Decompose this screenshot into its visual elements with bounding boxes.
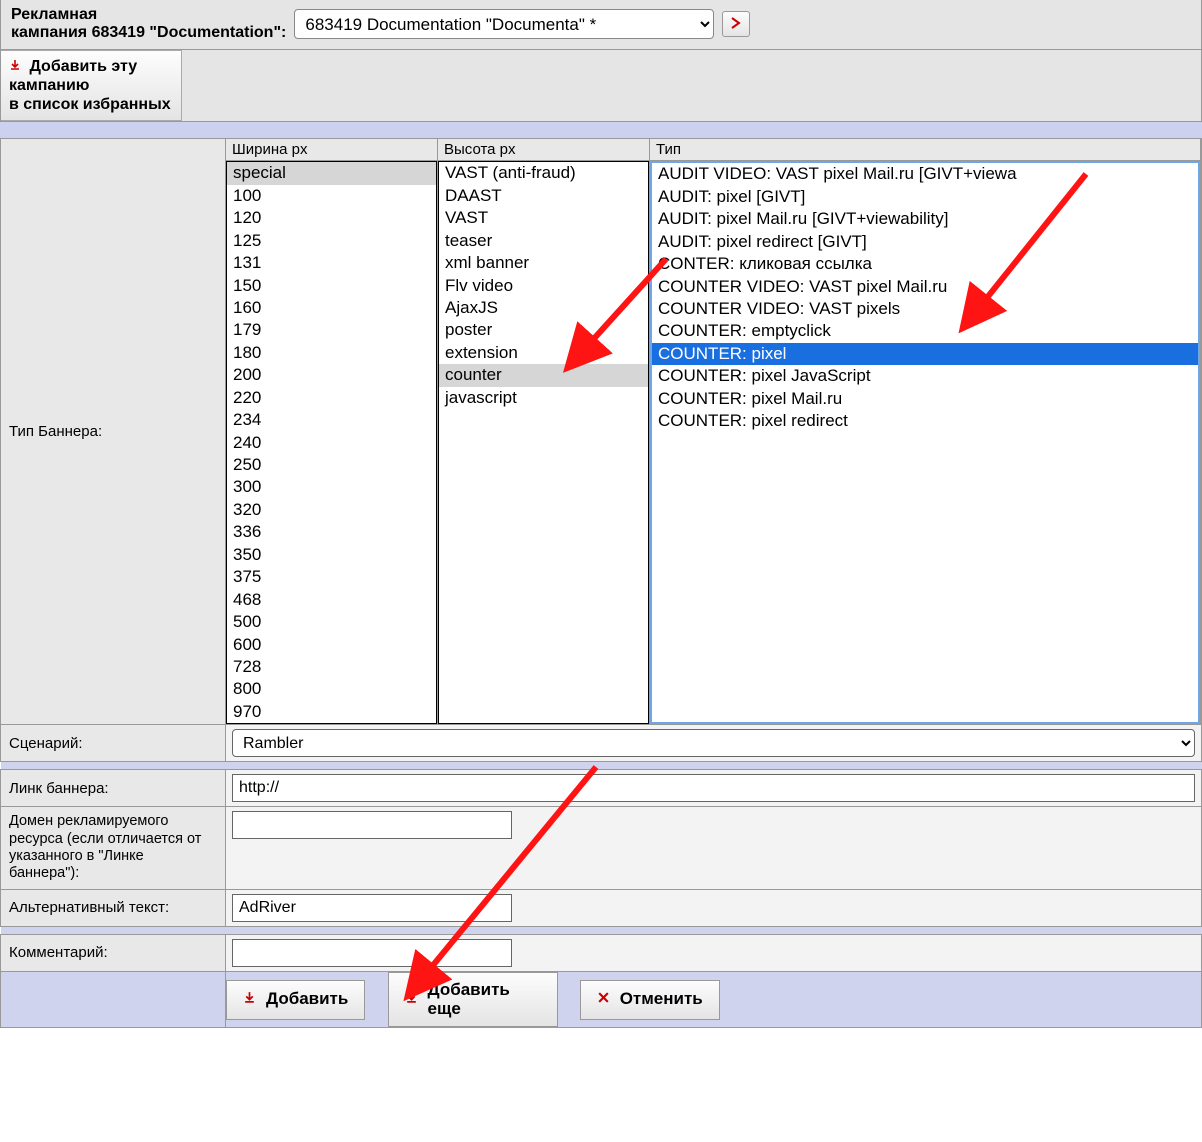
list-item[interactable]: extension (439, 342, 648, 364)
list-item[interactable]: 500 (227, 611, 436, 633)
alt-input[interactable] (232, 894, 512, 922)
add-label: Добавить (266, 990, 348, 1009)
list-item[interactable]: 220 (227, 387, 436, 409)
list-item[interactable]: 250 (227, 454, 436, 476)
cancel-button[interactable]: Отменить (580, 980, 720, 1020)
height-listbox[interactable]: VAST (anti-fraud)DAASTVASTteaserxml bann… (438, 161, 649, 724)
link-label: Линк баннера: (1, 770, 226, 807)
domain-label: Домен рекламируемого ресурса (если отлич… (1, 807, 226, 890)
width-header: Ширина px (226, 139, 437, 161)
banner-type-selectors: Ширина px special10012012513115016017918… (226, 139, 1201, 724)
comment-input[interactable] (232, 939, 512, 967)
add-more-label: Добавить еще (428, 981, 541, 1018)
button-row-spacer (1, 971, 226, 1027)
list-item[interactable]: poster (439, 319, 648, 341)
cancel-label: Отменить (620, 990, 703, 1009)
list-item[interactable]: 150 (227, 275, 436, 297)
list-item[interactable]: 350 (227, 544, 436, 566)
arrow-right-icon (730, 17, 742, 32)
list-item[interactable]: AUDIT: pixel Mail.ru [GIVT+viewability] (652, 208, 1198, 230)
list-item[interactable]: AUDIT: pixel redirect [GIVT] (652, 231, 1198, 253)
list-item[interactable]: 240 (227, 432, 436, 454)
list-item[interactable]: 600 (227, 634, 436, 656)
close-icon (597, 990, 610, 1009)
download-icon (243, 990, 256, 1009)
list-item[interactable]: 160 (227, 297, 436, 319)
list-item[interactable]: AUDIT VIDEO: VAST pixel Mail.ru [GIVT+vi… (652, 163, 1198, 185)
list-item[interactable]: CONTER: кликовая ссылка (652, 253, 1198, 275)
add-to-favorites-label: Добавить эту кампанию в список избранных (9, 58, 171, 113)
add-button[interactable]: Добавить (226, 980, 365, 1020)
header-bar: Рекламная кампания 683419 "Documentation… (0, 0, 1202, 122)
list-item[interactable]: AjaxJS (439, 297, 648, 319)
comment-label: Комментарий: (1, 934, 226, 971)
type-listbox[interactable]: AUDIT VIDEO: VAST pixel Mail.ru [GIVT+vi… (650, 161, 1200, 724)
list-item[interactable]: 320 (227, 499, 436, 521)
list-item[interactable]: COUNTER VIDEO: VAST pixel Mail.ru (652, 276, 1198, 298)
list-item[interactable]: 200 (227, 364, 436, 386)
list-item[interactable]: special (227, 162, 436, 184)
campaign-select[interactable]: 683419 Documentation "Documenta" * (294, 9, 714, 39)
list-item[interactable]: VAST (anti-fraud) (439, 162, 648, 184)
list-item[interactable]: xml banner (439, 252, 648, 274)
list-item[interactable]: 125 (227, 230, 436, 252)
list-item[interactable]: 180 (227, 342, 436, 364)
list-item[interactable]: AUDIT: pixel [GIVT] (652, 186, 1198, 208)
list-item[interactable]: 300 (227, 476, 436, 498)
list-item[interactable]: 234 (227, 409, 436, 431)
add-to-favorites-button[interactable]: Добавить эту кампанию в список избранных (1, 50, 182, 122)
list-item[interactable]: COUNTER: pixel (652, 343, 1198, 365)
list-item[interactable]: 336 (227, 521, 436, 543)
download-icon (405, 990, 418, 1009)
go-button[interactable] (722, 11, 750, 37)
list-item[interactable]: COUNTER: pixel redirect (652, 410, 1198, 432)
list-item[interactable]: 120 (227, 207, 436, 229)
list-item[interactable]: COUNTER VIDEO: VAST pixels (652, 298, 1198, 320)
banner-type-label: Тип Баннера: (1, 139, 226, 725)
form-grid: Тип Баннера: Ширина px special1001201251… (0, 138, 1202, 1028)
list-item[interactable]: VAST (439, 207, 648, 229)
spacer (0, 122, 1202, 138)
list-item[interactable]: DAAST (439, 185, 648, 207)
list-item[interactable]: 100 (227, 185, 436, 207)
height-header: Высота px (438, 139, 649, 161)
type-header: Тип (650, 139, 1200, 161)
list-item[interactable]: 131 (227, 252, 436, 274)
list-item[interactable]: teaser (439, 230, 648, 252)
list-item[interactable]: 970 (227, 701, 436, 723)
campaign-label: Рекламная кампания 683419 "Documentation… (7, 4, 290, 45)
list-item[interactable]: 800 (227, 678, 436, 700)
list-item[interactable]: 468 (227, 589, 436, 611)
scenario-label: Сценарий: (1, 725, 226, 762)
add-more-button[interactable]: Добавить еще (388, 972, 558, 1027)
alt-label: Альтернативный текст: (1, 889, 226, 926)
list-item[interactable]: counter (439, 364, 648, 386)
list-item[interactable]: 728 (227, 656, 436, 678)
list-item[interactable]: 179 (227, 319, 436, 341)
download-icon (9, 58, 25, 75)
list-item[interactable]: COUNTER: pixel JavaScript (652, 365, 1198, 387)
width-listbox[interactable]: special100120125131150160179180200220234… (226, 161, 437, 724)
list-item[interactable]: javascript (439, 387, 648, 409)
domain-input[interactable] (232, 811, 512, 839)
list-item[interactable]: Flv video (439, 275, 648, 297)
link-input[interactable] (232, 774, 1195, 802)
list-item[interactable]: COUNTER: emptyclick (652, 320, 1198, 342)
scenario-select[interactable]: Rambler (232, 729, 1195, 757)
list-item[interactable]: COUNTER: pixel Mail.ru (652, 388, 1198, 410)
list-item[interactable]: 375 (227, 566, 436, 588)
